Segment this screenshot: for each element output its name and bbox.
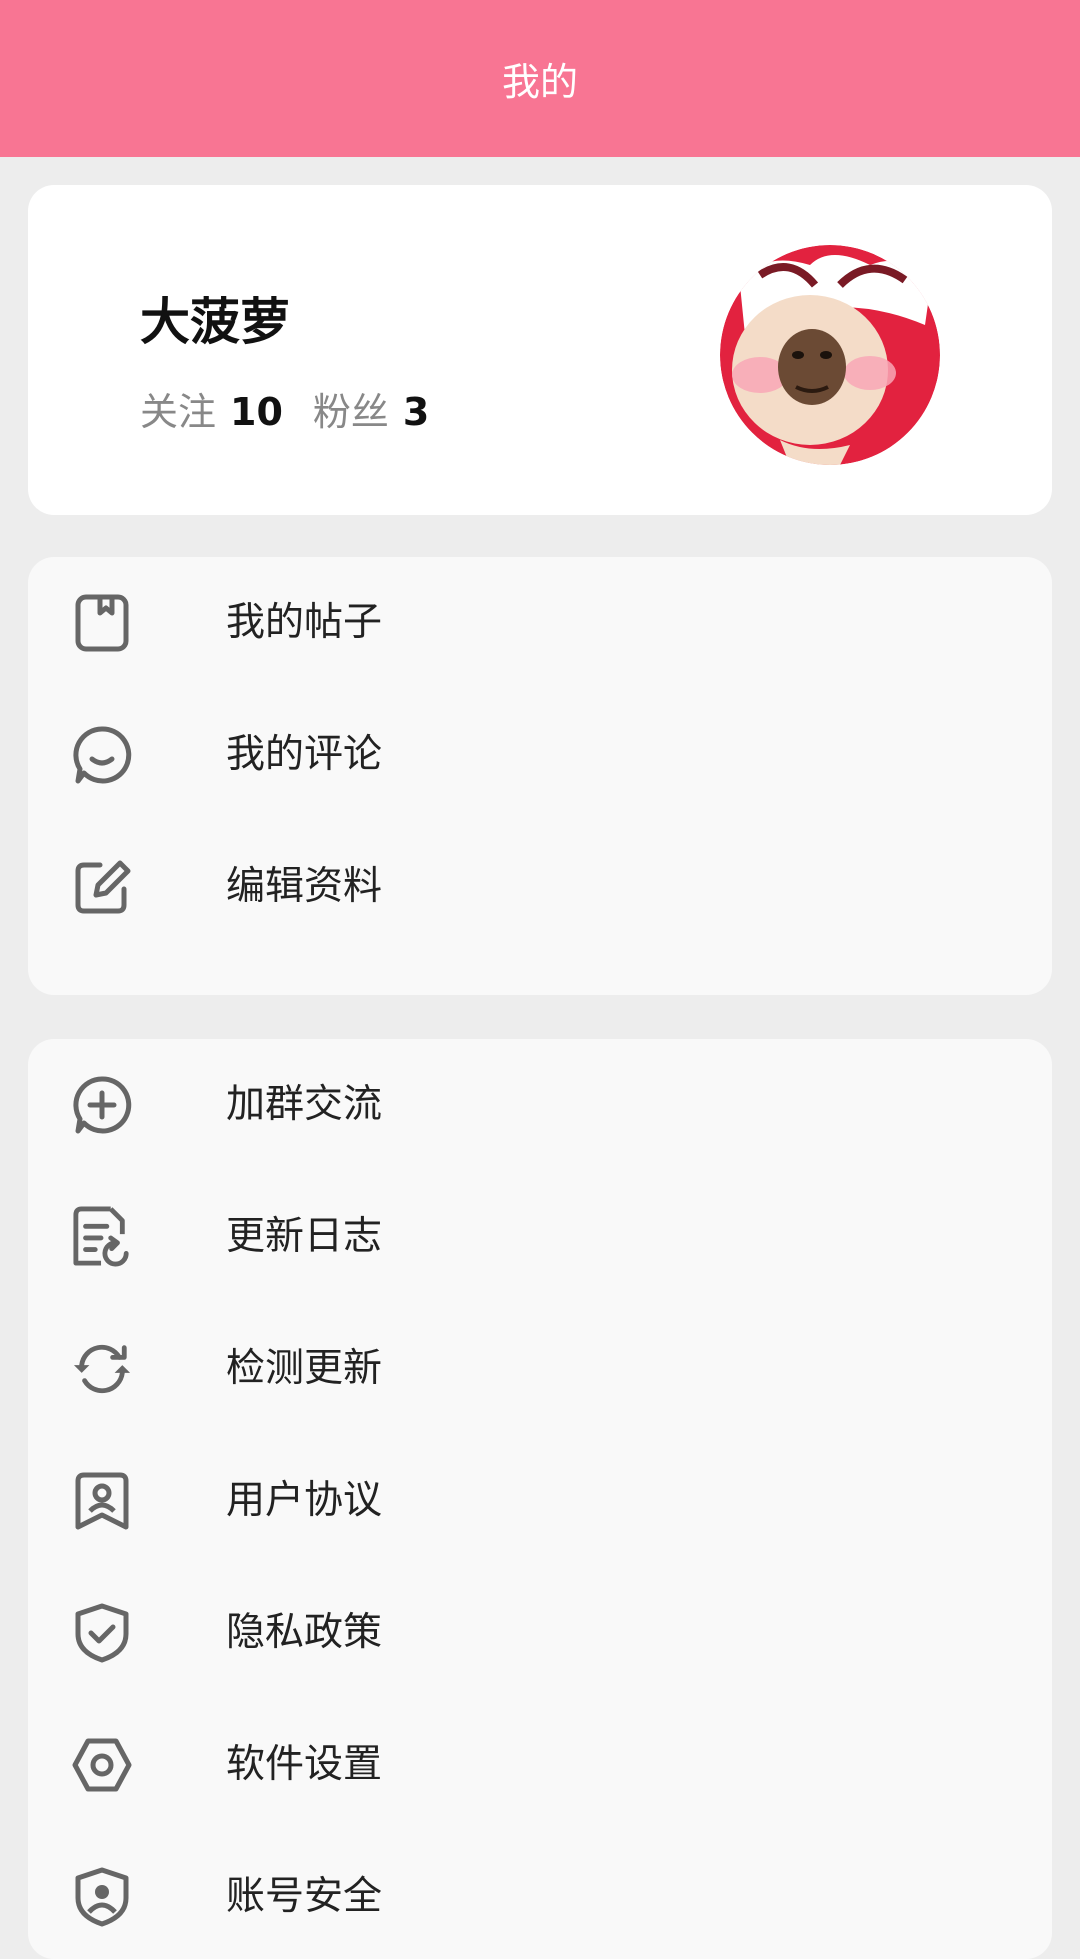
menu-item-label: 加群交流 [226,1082,383,1127]
menu-group-personal: 我的帖子 我的评论 编辑资料 [28,557,1052,995]
account-security-icon [72,1867,132,1927]
menu-item-label: 更新日志 [226,1214,383,1259]
bookmark-note-icon [72,593,132,653]
edit-icon [72,857,132,917]
menu-item-label: 检测更新 [226,1346,383,1391]
menu-item-label: 编辑资料 [226,864,383,909]
menu-item-user-agreement[interactable]: 用户协议 [28,1435,1052,1567]
menu-item-account-security[interactable]: 账号安全 [28,1831,1052,1959]
menu-item-join-group[interactable]: 加群交流 [28,1039,1052,1171]
menu-item-label: 账号安全 [226,1874,383,1919]
menu-item-changelog[interactable]: 更新日志 [28,1171,1052,1303]
menu-item-label: 隐私政策 [226,1610,383,1655]
menu-group-app: 加群交流 更新日志 检测更新 用户协议 隐私政策 软件设置 账号安全 [28,1039,1052,1959]
fans-label[interactable]: 粉丝 [313,381,389,436]
menu-item-edit-profile[interactable]: 编辑资料 [28,821,1052,953]
menu-item-app-settings[interactable]: 软件设置 [28,1699,1052,1831]
user-agreement-icon [72,1471,132,1531]
shield-check-icon [72,1603,132,1663]
following-label[interactable]: 关注 [140,381,216,436]
menu-item-label: 软件设置 [226,1742,383,1787]
menu-item-check-update[interactable]: 检测更新 [28,1303,1052,1435]
changelog-icon [72,1206,132,1267]
settings-hexagon-icon [72,1735,132,1795]
menu-item-privacy-policy[interactable]: 隐私政策 [28,1567,1052,1699]
menu-item-my-comments[interactable]: 我的评论 [28,689,1052,821]
chat-plus-icon [72,1075,132,1135]
avatar[interactable] [720,245,940,465]
page-title: 我的 [501,60,578,104]
chat-bubble-icon [72,725,132,785]
menu-item-label: 用户协议 [226,1478,383,1523]
top-app-bar: 我的 [0,0,1080,157]
menu-item-label: 我的帖子 [226,600,383,645]
menu-item-my-posts[interactable]: 我的帖子 [28,557,1052,689]
profile-stats: 关注 10 粉丝 3 [140,381,459,436]
username: 大菠萝 [140,293,290,351]
fans-count[interactable]: 3 [403,390,429,434]
menu-item-label: 我的评论 [226,732,383,777]
profile-card[interactable]: 大菠萝 关注 10 粉丝 3 [28,185,1052,515]
following-count[interactable]: 10 [230,390,283,434]
refresh-icon [72,1339,132,1399]
